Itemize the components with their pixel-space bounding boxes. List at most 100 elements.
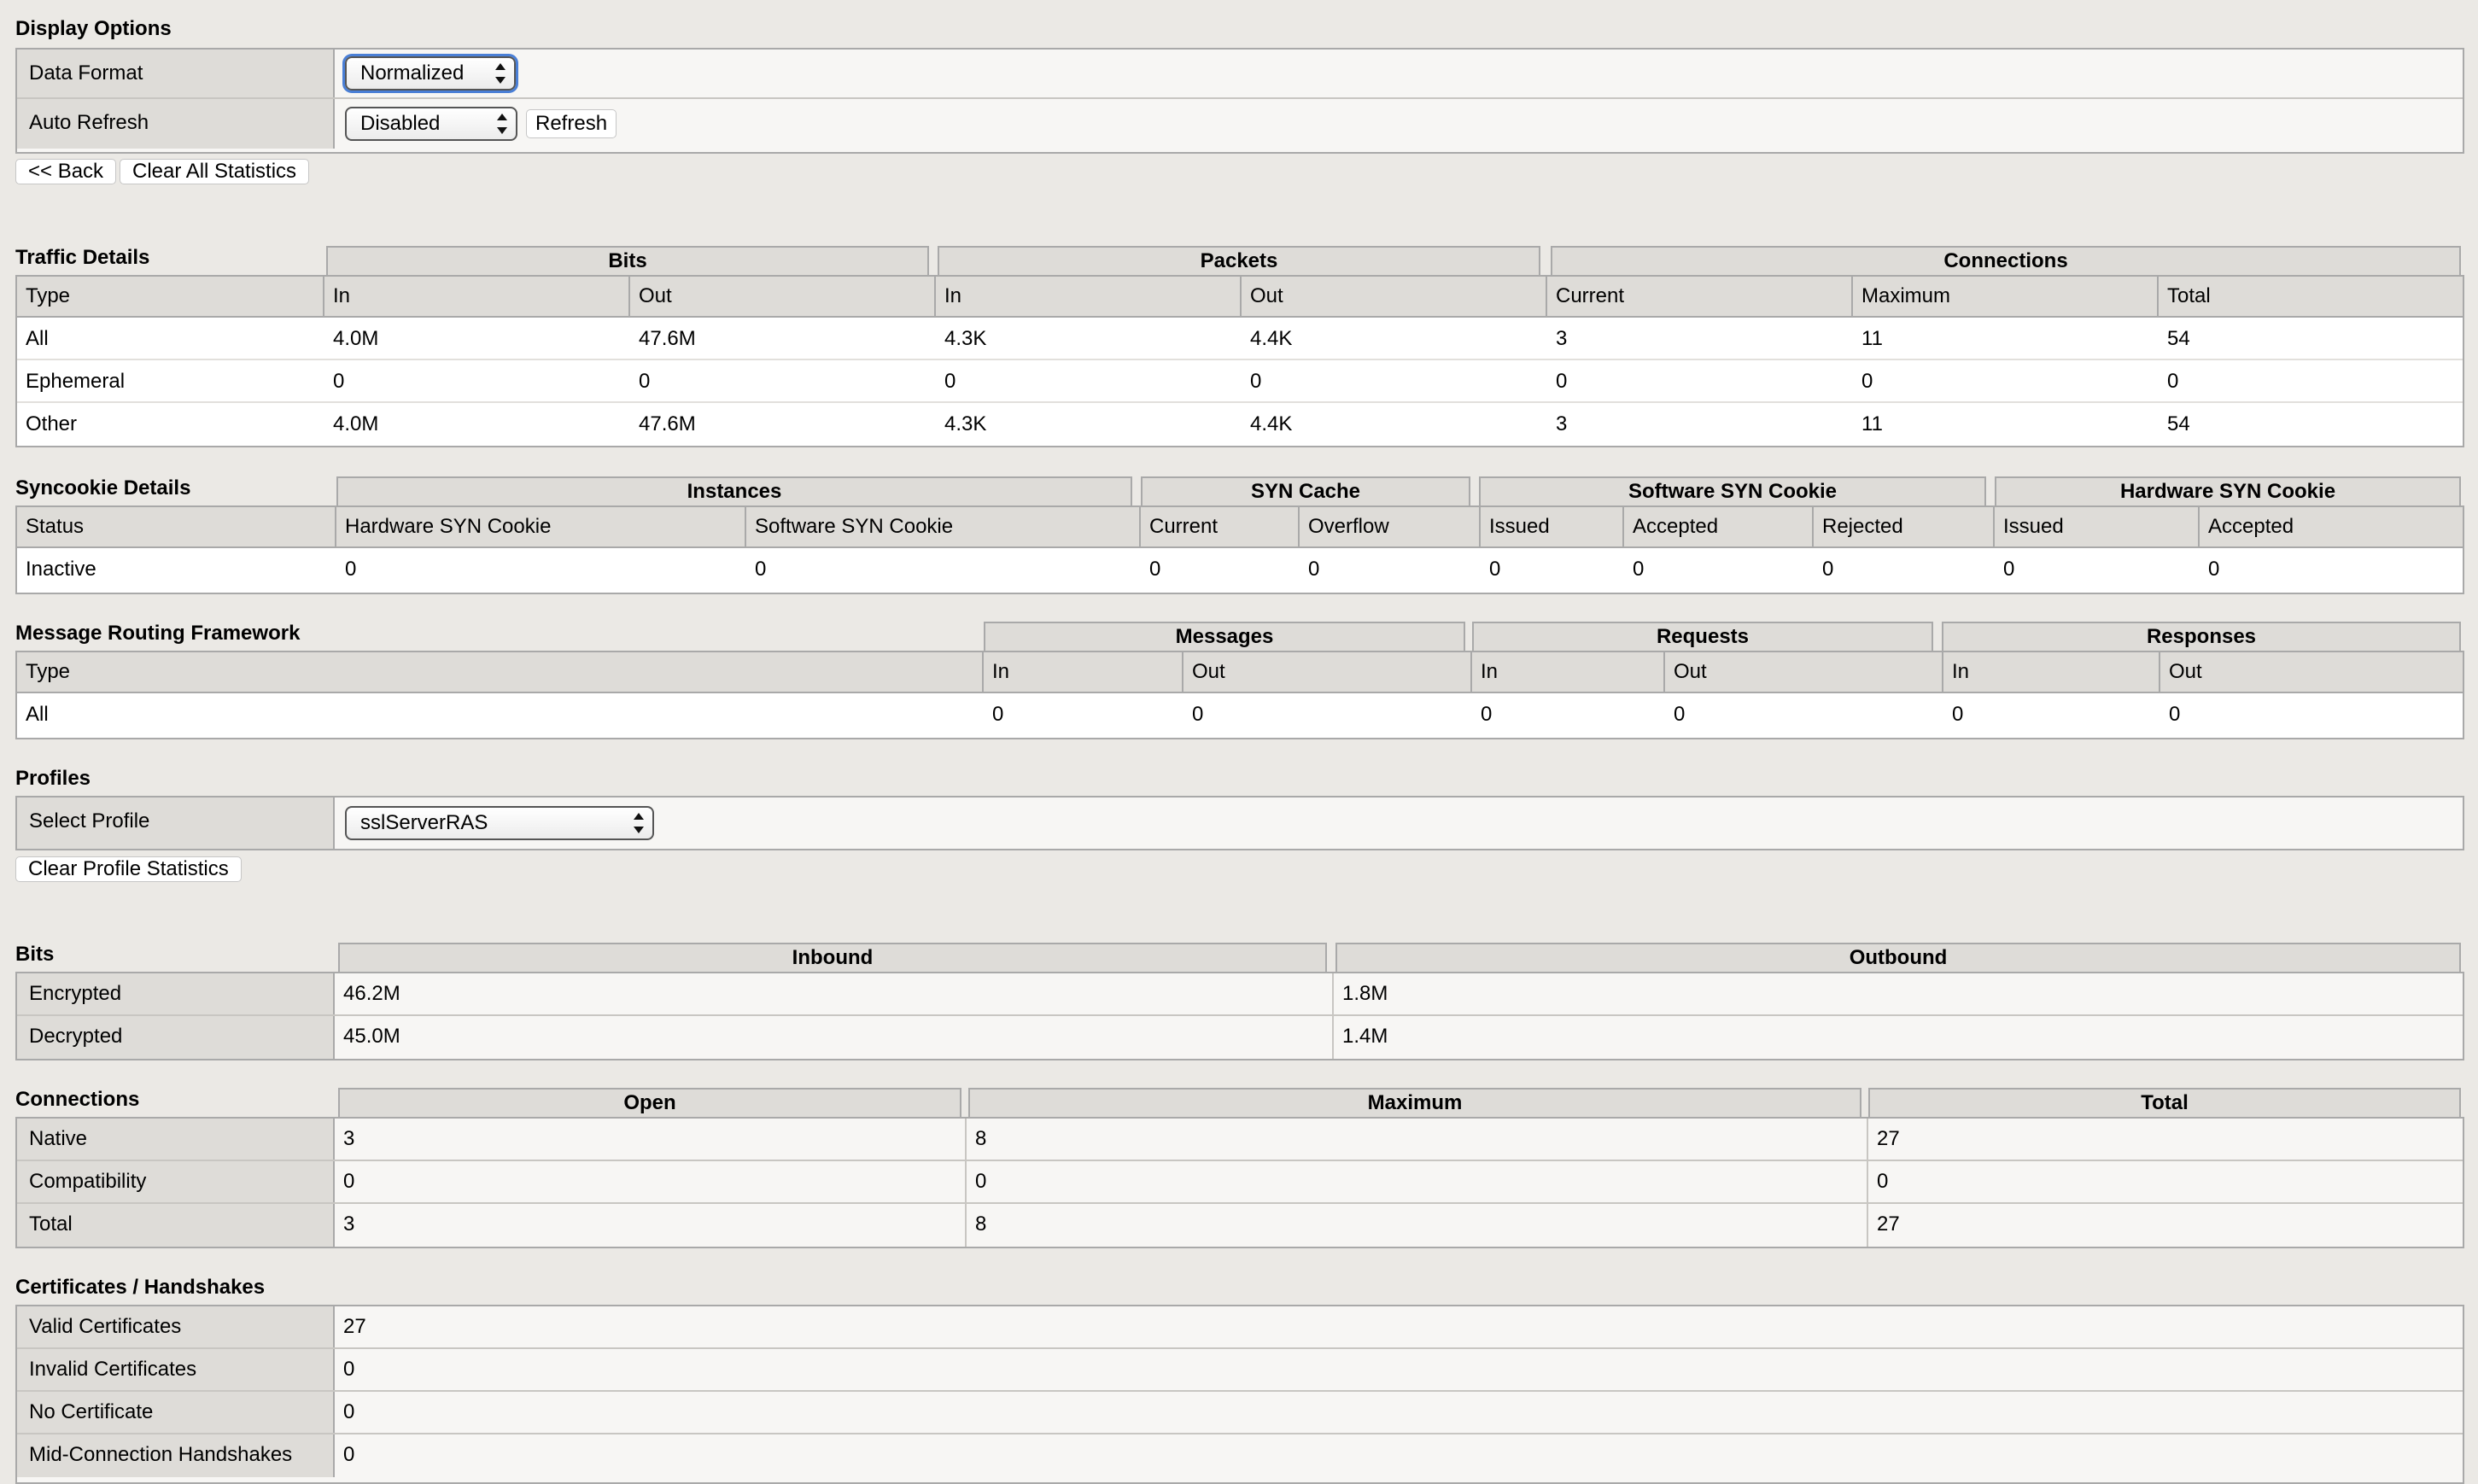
table-row: Ephemeral 0 0 0 0 0 0 0 <box>17 360 2463 403</box>
select-profile-row: Select Profile sslServerRAS <box>17 798 2463 849</box>
data-format-select[interactable]: Normalized <box>345 56 516 91</box>
traffic-details-title: Traffic Details <box>15 246 150 269</box>
cell: 0 <box>992 703 1004 726</box>
cell: 3 <box>1556 412 1568 435</box>
col-header: Current <box>1141 507 1300 546</box>
cell: 54 <box>2167 327 2190 350</box>
traffic-details-table: Type In Out In Out Current Maximum Total… <box>15 275 2464 447</box>
col-header: Type <box>17 652 984 692</box>
select-arrows-icon <box>495 61 506 85</box>
clear-profile-statistics-button[interactable]: Clear Profile Statistics <box>15 856 242 882</box>
col-header: Accepted <box>2208 515 2294 538</box>
table-row: Compatibility 0 0 0 <box>17 1161 2463 1204</box>
mrf-title: Message Routing Framework <box>15 622 301 645</box>
cell: 0 <box>2208 558 2220 581</box>
data-format-row: Data Format Normalized <box>17 50 2463 99</box>
mrf-group-responses: Responses <box>1942 622 2461 651</box>
table-row: No Certificate 0 <box>17 1392 2463 1434</box>
table-row: Total 3 8 27 <box>17 1204 2463 1247</box>
col-header: Out <box>1242 277 1547 316</box>
cell: 27 <box>1868 1204 2463 1247</box>
traffic-group-connections: Connections <box>1551 246 2461 275</box>
cell: 0 <box>1308 558 1320 581</box>
cell: 27 <box>1868 1119 2463 1160</box>
bits-group-inbound: Inbound <box>338 943 1327 972</box>
table-row: Native 3 8 27 <box>17 1119 2463 1161</box>
col-header: In <box>984 652 1183 692</box>
col-header: In <box>324 277 630 316</box>
cell: 0 <box>944 370 956 393</box>
cell: 0 <box>1250 370 1262 393</box>
syncookie-group-software: Software SYN Cookie <box>1479 476 1986 505</box>
cell: 1.4M <box>1334 1016 2463 1059</box>
cell: 8 <box>967 1119 1868 1160</box>
select-arrows-icon <box>634 811 644 835</box>
syncookie-details-table: Status Hardware SYN Cookie Software SYN … <box>15 505 2464 594</box>
cell: 0 <box>755 558 767 581</box>
mrf-header-row: Type In Out In Out In Out <box>17 652 2463 693</box>
cell: 4.4K <box>1250 327 1293 350</box>
display-options-panel: Data Format Normalized Auto Refresh Disa… <box>15 48 2464 154</box>
auto-refresh-row: Auto Refresh Disabled Refresh <box>17 99 2463 149</box>
col-header: Issued <box>1481 507 1624 546</box>
row-label: Valid Certificates <box>17 1306 335 1347</box>
col-header: Maximum <box>1853 277 2159 316</box>
col-header: Out <box>1665 652 1943 692</box>
table-row: All 0 0 0 0 0 0 <box>17 693 2463 736</box>
row-label: Decrypted <box>17 1016 335 1059</box>
cell: 47.6M <box>639 412 696 435</box>
cell: 47.6M <box>639 327 696 350</box>
cell: 4.4K <box>1250 412 1293 435</box>
cell: 0 <box>1868 1161 2463 1202</box>
row-label: Compatibility <box>17 1161 335 1202</box>
table-row: Inactive 0 0 0 0 0 0 0 0 0 <box>17 548 2463 591</box>
cell: 3 <box>335 1204 967 1247</box>
bits-title: Bits <box>15 943 55 966</box>
refresh-button[interactable]: Refresh <box>526 109 617 138</box>
cell: 0 <box>345 558 357 581</box>
cell: 0 <box>1633 558 1645 581</box>
row-label: Encrypted <box>17 973 335 1014</box>
cell: Inactive <box>26 558 96 581</box>
display-options-title: Display Options <box>15 17 172 40</box>
row-label: Invalid Certificates <box>17 1349 335 1390</box>
profiles-title: Profiles <box>15 767 91 790</box>
cell: 0 <box>335 1161 967 1202</box>
syncookie-group-instances: Instances <box>336 476 1132 505</box>
col-header: Type <box>17 277 324 316</box>
select-profile-dropdown[interactable]: sslServerRAS <box>345 806 654 840</box>
cell: 1.8M <box>1334 973 2463 1014</box>
cell: 0 <box>2169 703 2181 726</box>
table-row: Valid Certificates 27 <box>17 1306 2463 1349</box>
certificates-table: Valid Certificates 27 Invalid Certificat… <box>15 1305 2464 1484</box>
col-header: Software SYN Cookie <box>746 507 1141 546</box>
cell: 11 <box>1861 327 1883 350</box>
col-header: Overflow <box>1300 507 1481 546</box>
profiles-panel: Select Profile sslServerRAS <box>15 796 2464 850</box>
cell: All <box>26 703 49 726</box>
data-format-value: Normalized <box>360 61 465 85</box>
back-button[interactable]: << Back <box>15 159 117 184</box>
cell: 0 <box>1149 558 1161 581</box>
auto-refresh-label: Auto Refresh <box>17 99 335 149</box>
auto-refresh-value: Disabled <box>360 112 441 135</box>
traffic-header-row: Type In Out In Out Current Maximum Total <box>17 277 2463 318</box>
syncookie-group-hardware: Hardware SYN Cookie <box>1995 476 2461 505</box>
col-header: In <box>1472 652 1665 692</box>
connections-table: Native 3 8 27 Compatibility 0 0 0 Total … <box>15 1117 2464 1248</box>
connections-title: Connections <box>15 1088 140 1111</box>
cell: 54 <box>2167 412 2190 435</box>
col-header: Accepted <box>1624 507 1814 546</box>
syncookie-details-title: Syncookie Details <box>15 476 191 500</box>
cell: 3 <box>1556 327 1568 350</box>
col-header: In <box>936 277 1242 316</box>
cell: 0 <box>1822 558 1834 581</box>
syncookie-group-syn-cache: SYN Cache <box>1141 476 1470 505</box>
connections-group-open: Open <box>338 1088 961 1117</box>
select-profile-value: sslServerRAS <box>360 811 488 834</box>
clear-all-statistics-button[interactable]: Clear All Statistics <box>120 159 310 184</box>
auto-refresh-select[interactable]: Disabled <box>345 107 517 141</box>
cell: 4.3K <box>944 327 987 350</box>
cell: 0 <box>639 370 651 393</box>
cell: 4.0M <box>333 412 379 435</box>
